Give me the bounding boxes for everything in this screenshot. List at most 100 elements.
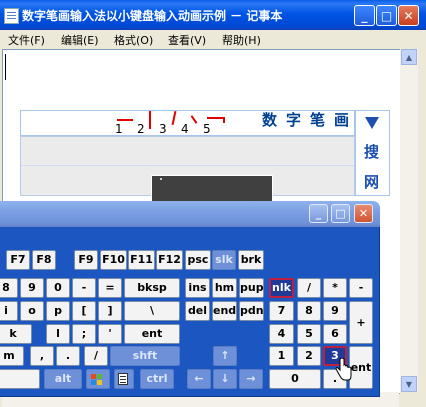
key-delete[interactable]: del (185, 301, 210, 321)
osk-close-button[interactable]: ✕ (354, 204, 373, 223)
key-insert[interactable]: ins (185, 278, 210, 298)
candidate-5[interactable]: 5 (203, 111, 225, 137)
menu-format[interactable]: 格式(O) (114, 32, 153, 48)
key-menu[interactable] (114, 369, 134, 389)
osk-title-bar[interactable]: _ □ ✕ (0, 201, 380, 227)
notepad-close-button[interactable]: ✕ (398, 5, 419, 26)
resize-grip[interactable] (400, 392, 418, 407)
key-arrow-up[interactable]: ↑ (213, 346, 237, 366)
key-lbracket[interactable]: [ (72, 301, 96, 321)
ime-title-char-1: 数 (262, 111, 278, 129)
stroke-zhe-hook-icon (223, 117, 225, 123)
key-numpad-2[interactable]: 2 (297, 346, 321, 366)
osk-maximize-button[interactable]: □ (331, 204, 350, 223)
key-f9[interactable]: F9 (74, 250, 98, 270)
key-f11[interactable]: F11 (128, 250, 155, 270)
key-numpad-divide[interactable]: / (297, 278, 321, 298)
notepad-app-icon[interactable] (4, 8, 19, 24)
ime-candidate-row: 1 2 3 4 5 数 字 笔 画 (20, 110, 355, 136)
key-shift[interactable]: shft (110, 346, 180, 366)
key-f10[interactable]: F10 (100, 250, 127, 270)
key-l[interactable]: l (46, 324, 70, 344)
key-o[interactable]: o (20, 301, 44, 321)
key-slk[interactable]: slk (212, 250, 236, 270)
key-i[interactable]: i (0, 301, 18, 321)
key-numpad-7[interactable]: 7 (269, 301, 294, 321)
key-home[interactable]: hm (212, 278, 237, 298)
notepad-menubar: 文件(F) 编辑(E) 格式(O) 查看(V) 帮助(H) (0, 30, 426, 48)
key-arrow-down[interactable]: ↓ (213, 369, 237, 389)
key-numpad-subtract[interactable]: - (349, 278, 373, 298)
windows-logo-icon (91, 374, 103, 386)
key-equals[interactable]: = (98, 278, 122, 298)
ime-web-button[interactable]: 网 (364, 171, 379, 192)
key-f7[interactable]: F7 (6, 250, 30, 270)
key-k[interactable]: k (0, 324, 32, 344)
key-9[interactable]: 9 (20, 278, 44, 298)
notepad-minimize-button[interactable]: _ (354, 5, 375, 26)
ime-title-char-2: 字 (286, 111, 302, 129)
key-f8[interactable]: F8 (32, 250, 56, 270)
key-numpad-multiply[interactable]: * (323, 278, 347, 298)
key-f12[interactable]: F12 (156, 250, 183, 270)
candidate-1[interactable]: 1 (115, 111, 137, 137)
key-space-partial[interactable] (0, 369, 40, 389)
vertical-scrollbar[interactable]: ▲ ▼ (400, 49, 418, 392)
key-enter[interactable]: ent (124, 324, 180, 344)
menu-file[interactable]: 文件(F) (8, 32, 45, 48)
key-p[interactable]: p (46, 301, 70, 321)
key-numpad-9[interactable]: 9 (323, 301, 347, 321)
key-numlock[interactable]: nlk (269, 278, 294, 298)
key-rbracket[interactable]: ] (98, 301, 122, 321)
menu-help[interactable]: 帮助(H) (222, 32, 261, 48)
key-arrow-left[interactable]: ← (187, 369, 211, 389)
candidate-2[interactable]: 2 (137, 111, 159, 137)
key-windows[interactable] (86, 369, 110, 389)
key-numpad-1[interactable]: 1 (269, 346, 294, 366)
ime-search-button[interactable]: 搜 (364, 141, 379, 162)
key-quote[interactable]: ' (98, 324, 122, 344)
key-0[interactable]: 0 (46, 278, 70, 298)
key-arrow-right[interactable]: → (239, 369, 263, 389)
notepad-title-bar[interactable]: 数字笔画输入法以小键盘输入动画示例 － 记事本 _ □ ✕ (0, 0, 426, 30)
key-numpad-0[interactable]: 0 (269, 369, 321, 389)
key-brk[interactable]: brk (238, 250, 264, 270)
stroke-dian-icon (190, 115, 198, 124)
key-alt[interactable]: alt (44, 369, 82, 389)
key-backspace[interactable]: bksp (124, 278, 180, 298)
scroll-down-arrow-icon[interactable]: ▼ (401, 376, 417, 392)
stroke-heng-icon (117, 119, 133, 121)
ime-side-panel: 搜 网 (355, 110, 390, 196)
key-numpad-add[interactable]: + (349, 301, 373, 344)
key-numpad-4[interactable]: 4 (269, 324, 294, 344)
text-caret (5, 54, 6, 80)
key-minus[interactable]: - (72, 278, 96, 298)
key-psc[interactable]: psc (185, 250, 211, 270)
candidate-3[interactable]: 3 (159, 110, 181, 137)
notepad-maximize-button[interactable]: □ (376, 5, 397, 26)
dropdown-triangle-icon[interactable] (365, 117, 379, 129)
key-period[interactable]: . (56, 346, 80, 366)
key-8[interactable]: 8 (0, 278, 18, 298)
ime-title-char-4: 画 (334, 111, 350, 129)
hand-cursor-icon (335, 358, 352, 381)
key-end[interactable]: end (212, 301, 237, 321)
key-backslash[interactable]: \ (124, 301, 180, 321)
key-numpad-5[interactable]: 5 (297, 324, 321, 344)
key-ctrl[interactable]: ctrl (140, 369, 174, 389)
key-pagedown[interactable]: pdn (239, 301, 264, 321)
key-slash[interactable]: / (84, 346, 108, 366)
stroke-shu-icon (149, 111, 151, 129)
key-semicolon[interactable]: ; (72, 324, 96, 344)
key-m[interactable]: m (0, 346, 24, 366)
candidate-4[interactable]: 4 (181, 111, 203, 137)
notepad-title: 数字笔画输入法以小键盘输入动画示例 － 记事本 (22, 9, 283, 23)
osk-minimize-button[interactable]: _ (309, 204, 328, 223)
menu-edit[interactable]: 编辑(E) (61, 32, 99, 48)
menu-view[interactable]: 查看(V) (168, 32, 206, 48)
key-pageup[interactable]: pup (239, 278, 264, 298)
key-numpad-8[interactable]: 8 (297, 301, 321, 321)
key-numpad-6[interactable]: 6 (323, 324, 347, 344)
key-comma[interactable]: , (30, 346, 54, 366)
scroll-up-arrow-icon[interactable]: ▲ (401, 49, 417, 65)
